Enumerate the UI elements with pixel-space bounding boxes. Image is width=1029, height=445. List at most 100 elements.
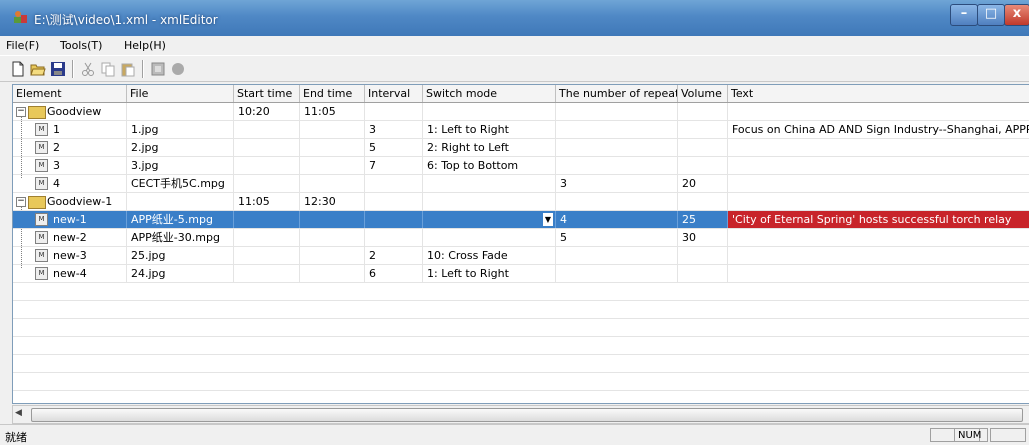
interval-cell[interactable] — [365, 193, 423, 210]
maximize-button[interactable]: □ — [977, 4, 1005, 26]
cut-icon[interactable] — [80, 61, 96, 77]
xml-element-grid[interactable]: Element File Start time End time Interva… — [12, 84, 1029, 404]
file-cell[interactable] — [127, 103, 234, 120]
end-time-cell[interactable] — [300, 211, 365, 228]
paste-icon[interactable] — [120, 61, 136, 77]
switch-mode-cell[interactable] — [423, 103, 556, 120]
column-header-text[interactable]: Text — [728, 85, 1029, 102]
save-icon[interactable] — [50, 61, 66, 77]
table-row[interactable]: M 1 1.jpg 3 1: Left to Right Focus on Ch… — [13, 121, 1029, 139]
repeat-cell[interactable] — [556, 265, 678, 282]
repeat-cell[interactable]: 4 — [556, 211, 678, 228]
switch-mode-cell[interactable] — [423, 175, 556, 192]
text-cell[interactable] — [728, 139, 1029, 156]
start-time-cell[interactable] — [234, 139, 300, 156]
volume-cell[interactable]: 30 — [678, 229, 728, 246]
table-row[interactable]: M 2 2.jpg 5 2: Right to Left — [13, 139, 1029, 157]
repeat-cell[interactable] — [556, 157, 678, 174]
file-cell[interactable]: 1.jpg — [127, 121, 234, 138]
start-time-cell[interactable] — [234, 265, 300, 282]
start-time-cell[interactable] — [234, 157, 300, 174]
interval-cell[interactable]: 7 — [365, 157, 423, 174]
volume-cell[interactable] — [678, 265, 728, 282]
start-time-cell[interactable] — [234, 121, 300, 138]
text-cell[interactable] — [728, 193, 1029, 210]
interval-cell[interactable] — [365, 229, 423, 246]
title-bar[interactable]: E:\测试\video\1.xml - xmlEditor – □ x — [0, 0, 1029, 36]
start-time-cell[interactable] — [234, 229, 300, 246]
volume-cell[interactable] — [678, 193, 728, 210]
table-row-selected[interactable]: M new-1 APP纸业-5.mpg ▼ 4 25 'City of Eter… — [13, 211, 1029, 229]
repeat-cell[interactable]: 3 — [556, 175, 678, 192]
file-cell[interactable]: 25.jpg — [127, 247, 234, 264]
table-row[interactable]: M new-3 25.jpg 2 10: Cross Fade — [13, 247, 1029, 265]
interval-cell[interactable]: 5 — [365, 139, 423, 156]
table-row[interactable]: M 4 CECT手机5C.mpg 3 20 — [13, 175, 1029, 193]
file-cell[interactable]: 24.jpg — [127, 265, 234, 282]
end-time-cell[interactable]: 12:30 — [300, 193, 365, 210]
volume-cell[interactable]: 25 — [678, 211, 728, 228]
text-cell[interactable] — [728, 175, 1029, 192]
volume-cell[interactable]: 20 — [678, 175, 728, 192]
column-header-volume[interactable]: Volume — [678, 85, 728, 102]
start-time-cell[interactable]: 11:05 — [234, 193, 300, 210]
text-cell[interactable] — [728, 247, 1029, 264]
end-time-cell[interactable] — [300, 121, 365, 138]
column-header-switch-mode[interactable]: Switch mode — [423, 85, 556, 102]
start-time-cell[interactable] — [234, 247, 300, 264]
volume-cell[interactable] — [678, 247, 728, 264]
end-time-cell[interactable] — [300, 139, 365, 156]
text-cell[interactable] — [728, 157, 1029, 174]
table-row[interactable]: M new-4 24.jpg 6 1: Left to Right — [13, 265, 1029, 283]
text-cell[interactable] — [728, 265, 1029, 282]
volume-cell[interactable] — [678, 121, 728, 138]
minimize-button[interactable]: – — [950, 4, 978, 26]
scroll-left-icon[interactable]: ◀ — [15, 408, 22, 418]
repeat-cell[interactable] — [556, 139, 678, 156]
table-row[interactable]: − Goodview-1 11:05 12:30 — [13, 193, 1029, 211]
switch-mode-cell[interactable]: 1: Left to Right — [423, 121, 556, 138]
switch-mode-cell[interactable]: 2: Right to Left — [423, 139, 556, 156]
repeat-cell[interactable] — [556, 193, 678, 210]
interval-cell[interactable] — [365, 103, 423, 120]
close-button[interactable]: x — [1004, 4, 1029, 26]
column-header-repeat[interactable]: The number of repeat — [556, 85, 678, 102]
repeat-cell[interactable] — [556, 121, 678, 138]
switch-mode-cell[interactable] — [423, 229, 556, 246]
insert-icon[interactable] — [150, 61, 166, 77]
file-cell[interactable]: 3.jpg — [127, 157, 234, 174]
repeat-cell[interactable]: 5 — [556, 229, 678, 246]
interval-cell[interactable]: 3 — [365, 121, 423, 138]
table-row[interactable]: M 3 3.jpg 7 6: Top to Bottom — [13, 157, 1029, 175]
volume-cell[interactable] — [678, 157, 728, 174]
end-time-cell[interactable] — [300, 265, 365, 282]
switch-mode-cell[interactable]: 1: Left to Right — [423, 265, 556, 282]
table-row[interactable]: − Goodview 10:20 11:05 — [13, 103, 1029, 121]
end-time-cell[interactable] — [300, 157, 365, 174]
menu-tools[interactable]: Tools(T) — [60, 39, 102, 52]
column-header-element[interactable]: Element — [13, 85, 127, 102]
text-cell[interactable]: Focus on China AD AND Sign Industry--Sha… — [728, 121, 1029, 138]
switch-mode-cell[interactable]: 6: Top to Bottom — [423, 157, 556, 174]
file-cell[interactable] — [127, 193, 234, 210]
switch-mode-cell[interactable] — [423, 193, 556, 210]
horizontal-scrollbar[interactable]: ◀ — [12, 405, 1029, 424]
end-time-cell[interactable] — [300, 229, 365, 246]
end-time-cell[interactable] — [300, 247, 365, 264]
menu-file[interactable]: File(F) — [6, 39, 39, 52]
menu-help[interactable]: Help(H) — [124, 39, 166, 52]
interval-cell[interactable] — [365, 211, 423, 228]
repeat-cell[interactable] — [556, 103, 678, 120]
start-time-cell[interactable]: 10:20 — [234, 103, 300, 120]
copy-icon[interactable] — [100, 61, 116, 77]
text-cell[interactable] — [728, 103, 1029, 120]
collapse-toggle[interactable]: − — [16, 197, 26, 207]
file-cell[interactable]: APP纸业-5.mpg — [127, 211, 234, 228]
column-header-interval[interactable]: Interval — [365, 85, 423, 102]
start-time-cell[interactable] — [234, 211, 300, 228]
interval-cell[interactable] — [365, 175, 423, 192]
open-folder-icon[interactable] — [30, 61, 46, 77]
text-cell[interactable] — [728, 229, 1029, 246]
record-icon[interactable] — [170, 61, 186, 77]
scroll-thumb[interactable] — [31, 408, 1023, 422]
